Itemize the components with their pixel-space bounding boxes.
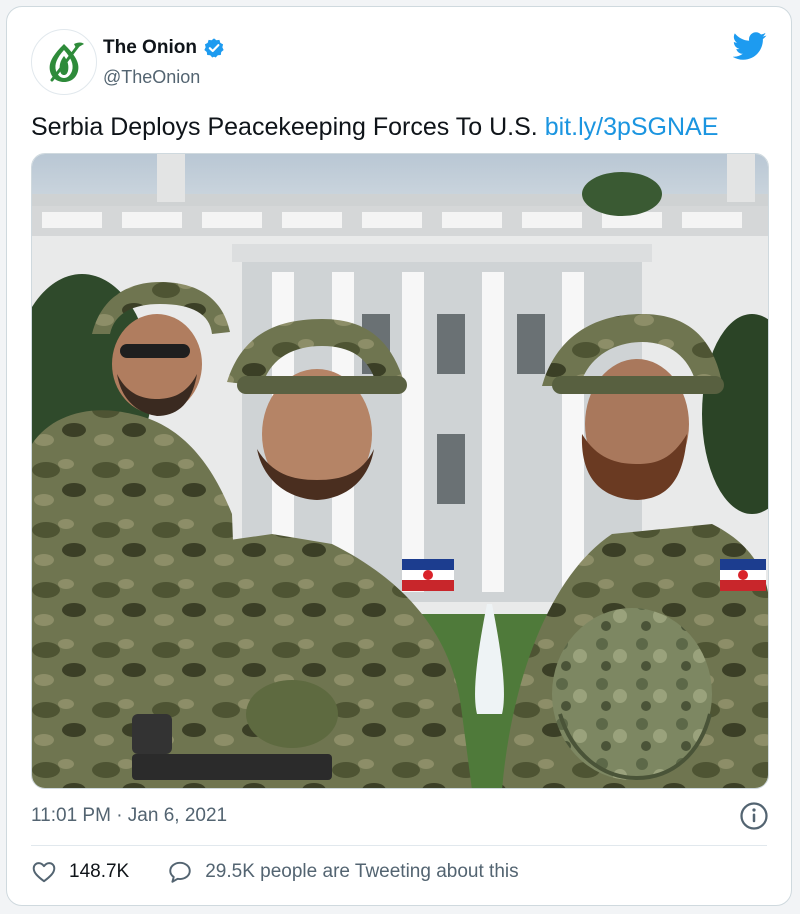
info-icon[interactable] (739, 801, 769, 831)
tweet-link[interactable]: bit.ly/3pSGNAE (545, 113, 719, 141)
tweet-text: Serbia Deploys Peacekeeping Forces To U.… (31, 113, 718, 142)
avatar[interactable] (31, 29, 97, 95)
twitter-bird-icon[interactable] (733, 29, 767, 63)
divider (31, 845, 767, 846)
verified-badge-icon (204, 38, 224, 58)
like-count: 148.7K (69, 861, 130, 882)
tweet-headline: Serbia Deploys Peacekeeping Forces To U.… (31, 113, 538, 141)
display-name[interactable]: The Onion (103, 37, 197, 59)
tweet-timestamp[interactable]: 11:01 PM · Jan 6, 2021 (31, 805, 227, 827)
speech-bubble-icon (169, 861, 191, 883)
tweet-card: The Onion @TheOnion Serbia Deploys Peace… (6, 6, 792, 906)
heart-icon (32, 862, 56, 883)
tweet-photo[interactable] (31, 153, 769, 789)
tweet-actions: 148.7K 29.5K people are Tweeting about t… (31, 859, 519, 885)
onion-logo-icon (49, 42, 84, 82)
like-button[interactable]: 148.7K (31, 859, 129, 885)
reply-button[interactable]: 29.5K people are Tweeting about this (167, 859, 519, 885)
photo-illustration (32, 154, 768, 788)
handle[interactable]: @TheOnion (103, 67, 200, 88)
tweeting-about-text: 29.5K people are Tweeting about this (205, 861, 519, 882)
